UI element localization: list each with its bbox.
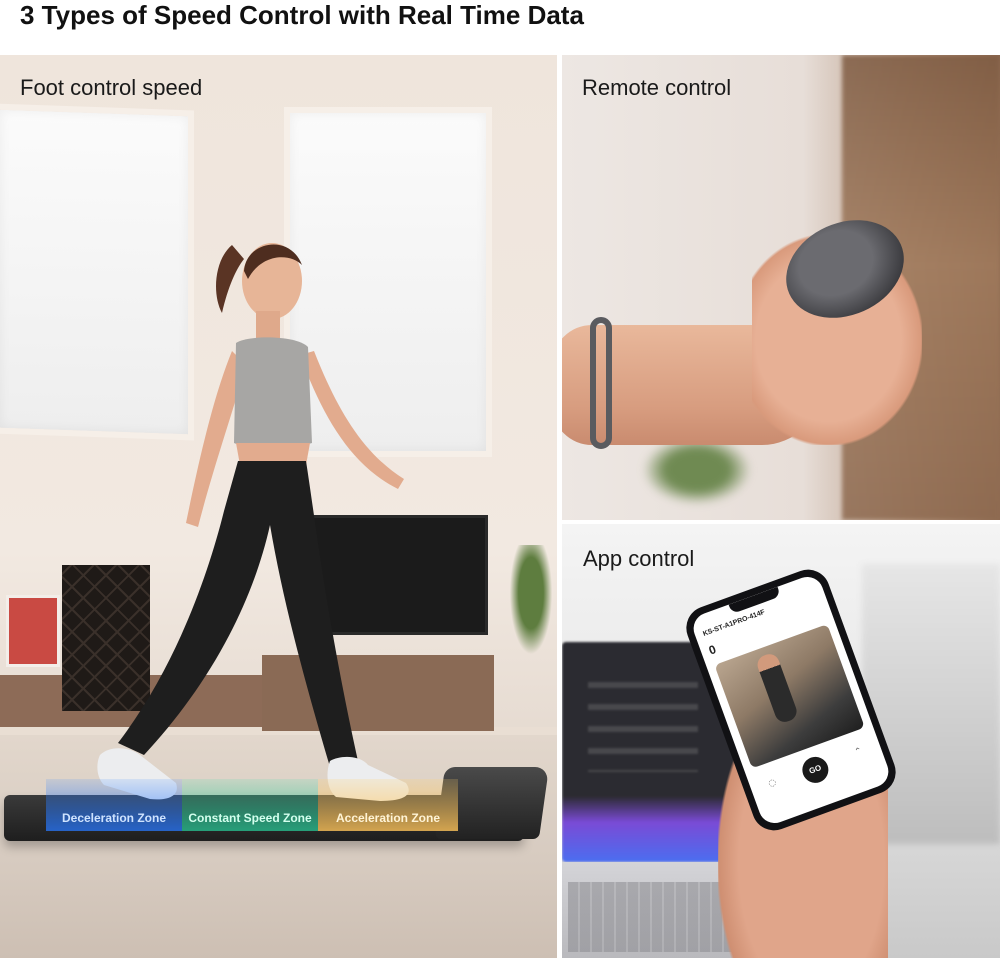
app-stat-value: 0 (706, 642, 718, 658)
deceleration-zone: Deceleration Zone (46, 779, 182, 831)
background-plant (642, 435, 752, 505)
foot-control-panel: Deceleration Zone Constant Speed Zone Ac… (0, 55, 557, 958)
foot-control-label: Foot control speed (20, 75, 203, 100)
phone-notch (728, 586, 781, 614)
remote-control-panel: Remote control (562, 55, 1000, 520)
app-up-icon: ⌃ (853, 746, 864, 758)
laptop-keyboard (568, 882, 738, 952)
app-device-name: KS-ST-A1PRO-414F (702, 608, 766, 638)
laptop-content (588, 682, 698, 772)
wristband-icon (590, 317, 612, 449)
app-control-label: App control (583, 546, 695, 571)
page-title: 3 Types of Speed Control with Real Time … (20, 0, 584, 30)
app-control-panel: KS-ST-A1PRO-414F 0 ◌ GO ⌃ App control (562, 524, 1000, 958)
app-left-icon: ◌ (766, 777, 778, 790)
app-go-button: GO (798, 753, 833, 787)
constant-speed-zone: Constant Speed Zone (182, 779, 318, 831)
remote-control-label: Remote control (582, 75, 732, 100)
acceleration-zone: Acceleration Zone (318, 779, 458, 831)
